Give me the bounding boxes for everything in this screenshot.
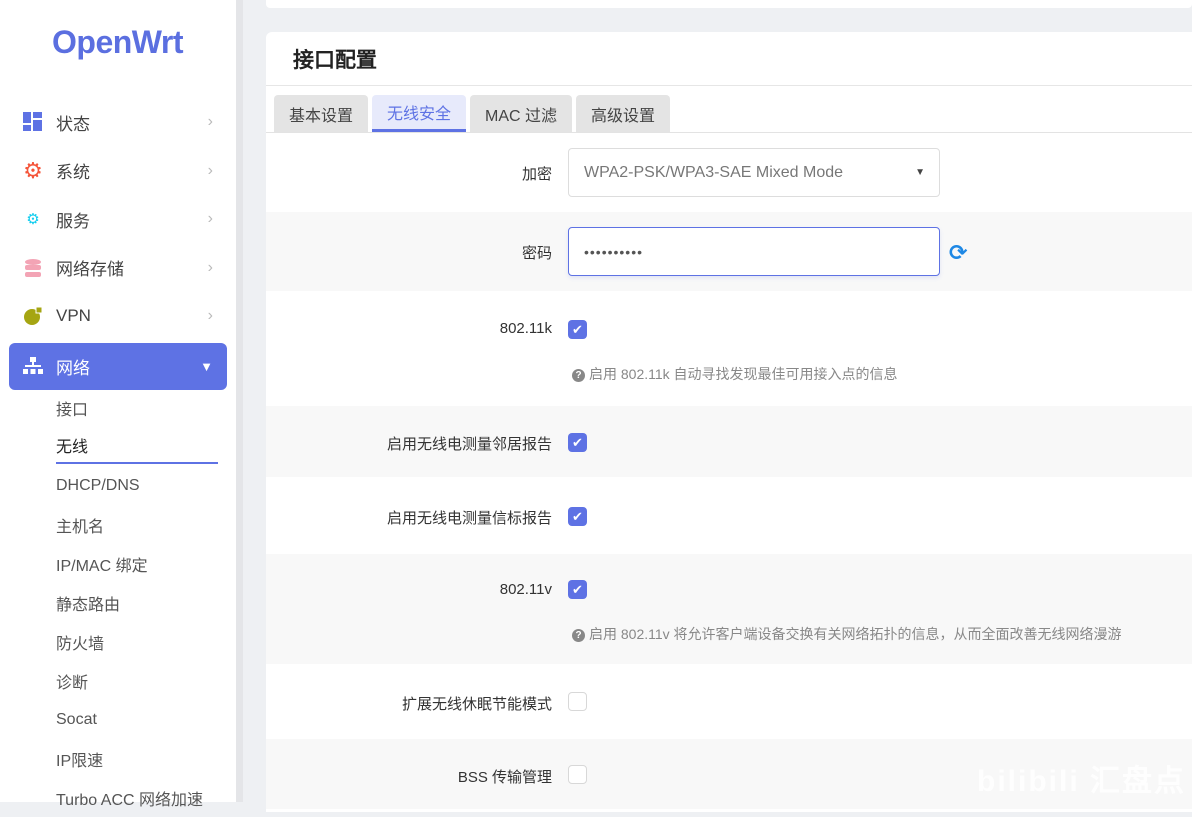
subnav-socat[interactable]: Socat <box>56 700 218 739</box>
subnav-turbo-acc[interactable]: Turbo ACC 网络加速 <box>56 778 218 817</box>
80211k-label: 802.11k <box>499 320 552 337</box>
nav-label: 服务 <box>56 211 90 231</box>
caret-down-icon: ▼ <box>915 167 925 178</box>
sitemap-icon <box>23 356 43 376</box>
wnm-sleep-checkbox[interactable] <box>568 692 587 711</box>
neighbor-report-row: 启用无线电测量邻居报告 ✔ <box>266 406 1192 477</box>
80211v-checkbox[interactable]: ✔ <box>568 580 587 599</box>
database-icon <box>23 258 43 278</box>
nav-item-nas[interactable]: 网络存储 › <box>9 244 227 293</box>
bss-transition-checkbox[interactable] <box>568 765 587 784</box>
nav-label: 网络存储 <box>56 260 124 280</box>
beacon-report-label: 启用无线电测量信标报告 <box>386 510 552 527</box>
network-submenu: 接口 无线 DHCP/DNS 主机名 IP/MAC 绑定 静态路由 防火墙 诊断… <box>9 388 218 817</box>
password-input[interactable]: •••••••••• <box>568 227 940 276</box>
tab-mac-filter[interactable]: MAC 过滤 <box>470 95 573 132</box>
help-icon: ? <box>572 629 585 642</box>
subnav-ip-limit[interactable]: IP限速 <box>56 739 218 778</box>
gear-icon: ⚙ <box>23 157 43 183</box>
nav-label: VPN <box>56 306 91 326</box>
top-card <box>266 0 1192 8</box>
help-text: 启用 802.11k 自动寻找发现最佳可用接入点的信息 <box>589 366 898 382</box>
neighbor-report-checkbox[interactable]: ✔ <box>568 433 587 452</box>
sidebar: OpenWrt 状态 › ⚙ 系统 › ⚙ 服务 › 网络存储 › VPN › 网络 ▼ 接口 … <box>0 0 236 809</box>
80211v-label: 802.11v <box>499 581 552 598</box>
globe-lock-icon <box>23 306 43 326</box>
encryption-select[interactable]: WPA2-PSK/WPA3-SAE Mixed Mode ▼ <box>568 148 940 197</box>
beacon-report-row: 启用无线电测量信标报告 ✔ <box>266 477 1192 554</box>
subnav-diagnostics[interactable]: 诊断 <box>56 661 218 700</box>
80211k-help: ? 启用 802.11k 自动寻找发现最佳可用接入点的信息 <box>572 364 898 384</box>
tab-bar: 基本设置 无线安全 MAC 过滤 高级设置 <box>266 86 1192 133</box>
tab-wireless-security[interactable]: 无线安全 <box>372 95 467 132</box>
chevron-right-icon: › <box>207 210 213 228</box>
help-text: 启用 802.11v 将允许客户端设备交换有关网络拓扑的信息，从而全面改善无线网… <box>589 626 1122 642</box>
chevron-down-icon: ▼ <box>200 358 213 374</box>
chevron-right-icon: › <box>207 258 213 276</box>
chevron-right-icon: › <box>207 161 213 179</box>
dashboard-icon <box>23 112 43 132</box>
encryption-row: 加密 WPA2-PSK/WPA3-SAE Mixed Mode ▼ <box>266 133 1192 212</box>
sidebar-scrollbar[interactable] <box>236 0 243 802</box>
nav-item-network[interactable]: 网络 ▼ <box>9 342 227 390</box>
neighbor-report-label: 启用无线电测量邻居报告 <box>386 436 552 453</box>
80211v-row: 802.11v ✔ ? 启用 802.11v 将允许客户端设备交换有关网络拓扑的信… <box>266 554 1192 664</box>
nav-item-vpn[interactable]: VPN › <box>9 292 227 341</box>
nav-label: 状态 <box>56 114 90 134</box>
subnav-ip-mac-binding[interactable]: IP/MAC 绑定 <box>56 544 218 583</box>
bss-transition-label: BSS 传输管理 <box>457 769 552 786</box>
wnm-sleep-label: 扩展无线休眠节能模式 <box>401 696 552 713</box>
chevron-right-icon: › <box>207 307 213 325</box>
80211k-checkbox[interactable]: ✔ <box>568 320 587 339</box>
encryption-value: WPA2-PSK/WPA3-SAE Mixed Mode <box>584 163 844 181</box>
beacon-report-checkbox[interactable]: ✔ <box>568 507 587 526</box>
subnav-wireless[interactable]: 无线 <box>56 427 218 464</box>
chevron-right-icon: › <box>207 113 213 131</box>
subnav-interfaces[interactable]: 接口 <box>56 388 218 427</box>
subnav-dhcp-dns[interactable]: DHCP/DNS <box>56 466 218 505</box>
subnav-hostnames[interactable]: 主机名 <box>56 505 218 544</box>
nav-item-services[interactable]: ⚙ 服务 › <box>9 195 227 244</box>
nav-label: 系统 <box>56 163 90 183</box>
openwrt-logo[interactable]: OpenWrt <box>52 24 184 61</box>
watermark: bilibili 汇盘点 <box>977 765 1186 798</box>
gears-icon: ⚙ <box>26 211 40 229</box>
password-label: 密码 <box>521 245 552 262</box>
help-icon: ? <box>572 369 585 382</box>
refresh-icon[interactable]: ⟳ <box>949 240 967 266</box>
subnav-firewall[interactable]: 防火墙 <box>56 622 218 661</box>
encryption-label: 加密 <box>521 166 552 183</box>
80211v-help: ? 启用 802.11v 将允许客户端设备交换有关网络拓扑的信息，从而全面改善无线… <box>572 624 1122 644</box>
80211k-row: 802.11k ✔ ? 启用 802.11k 自动寻找发现最佳可用接入点的信息 <box>266 291 1192 406</box>
nav-item-system[interactable]: ⚙ 系统 › <box>9 147 227 196</box>
nav-item-status[interactable]: 状态 › <box>9 98 227 147</box>
password-row: 密码 •••••••••• ⟳ <box>266 212 1192 291</box>
nav-menu: 状态 › ⚙ 系统 › ⚙ 服务 › 网络存储 › VPN › 网络 ▼ <box>9 98 227 390</box>
page-title: 接口配置 <box>266 32 1192 86</box>
wnm-sleep-row: 扩展无线休眠节能模式 <box>266 664 1192 739</box>
nav-label: 网络 <box>56 358 90 378</box>
tab-advanced[interactable]: 高级设置 <box>576 95 671 132</box>
subnav-static-routes[interactable]: 静态路由 <box>56 583 218 622</box>
interface-config-card: 接口配置 基本设置 无线安全 MAC 过滤 高级设置 加密 WPA2-PSK/W… <box>266 32 1192 812</box>
tab-general[interactable]: 基本设置 <box>274 95 369 132</box>
